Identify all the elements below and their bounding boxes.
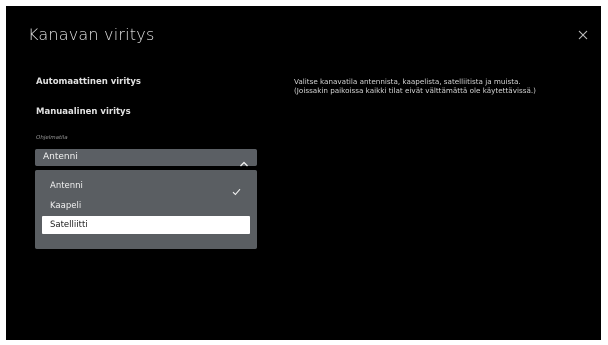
page-title: Kanavan viritys bbox=[28, 25, 155, 44]
program-mode-select[interactable]: Antenni bbox=[35, 149, 257, 167]
option-kaapeli[interactable]: Kaapeli bbox=[42, 197, 250, 215]
option-satelliitti[interactable]: Satelliitti bbox=[42, 216, 250, 234]
close-button[interactable] bbox=[576, 28, 590, 42]
tv-screen: Kanavan viritys Automaattinen viritys Ma… bbox=[6, 6, 601, 340]
program-mode-dropdown: Antenni Kaapeli Satelliitti bbox=[35, 170, 257, 249]
option-label: Kaapeli bbox=[50, 201, 82, 211]
description-line-1: Valitse kanavatila antennista, kaapelist… bbox=[294, 77, 521, 86]
program-mode-label: Ohjelmatila bbox=[36, 135, 68, 141]
option-label: Satelliitti bbox=[50, 220, 88, 230]
option-label: Antenni bbox=[50, 181, 83, 191]
menu-item-automatic-tuning[interactable]: Automaattinen viritys bbox=[36, 77, 141, 87]
close-icon bbox=[578, 30, 588, 40]
program-mode-selected-value: Antenni bbox=[43, 152, 78, 162]
description-line-2: (Joissakin paikoissa kaikki tilat eivät … bbox=[294, 86, 536, 95]
description-text: Valitse kanavatila antennista, kaapelist… bbox=[294, 77, 536, 95]
menu-item-manual-tuning[interactable]: Manuaalinen viritys bbox=[36, 107, 131, 117]
option-antenni[interactable]: Antenni bbox=[42, 177, 250, 196]
